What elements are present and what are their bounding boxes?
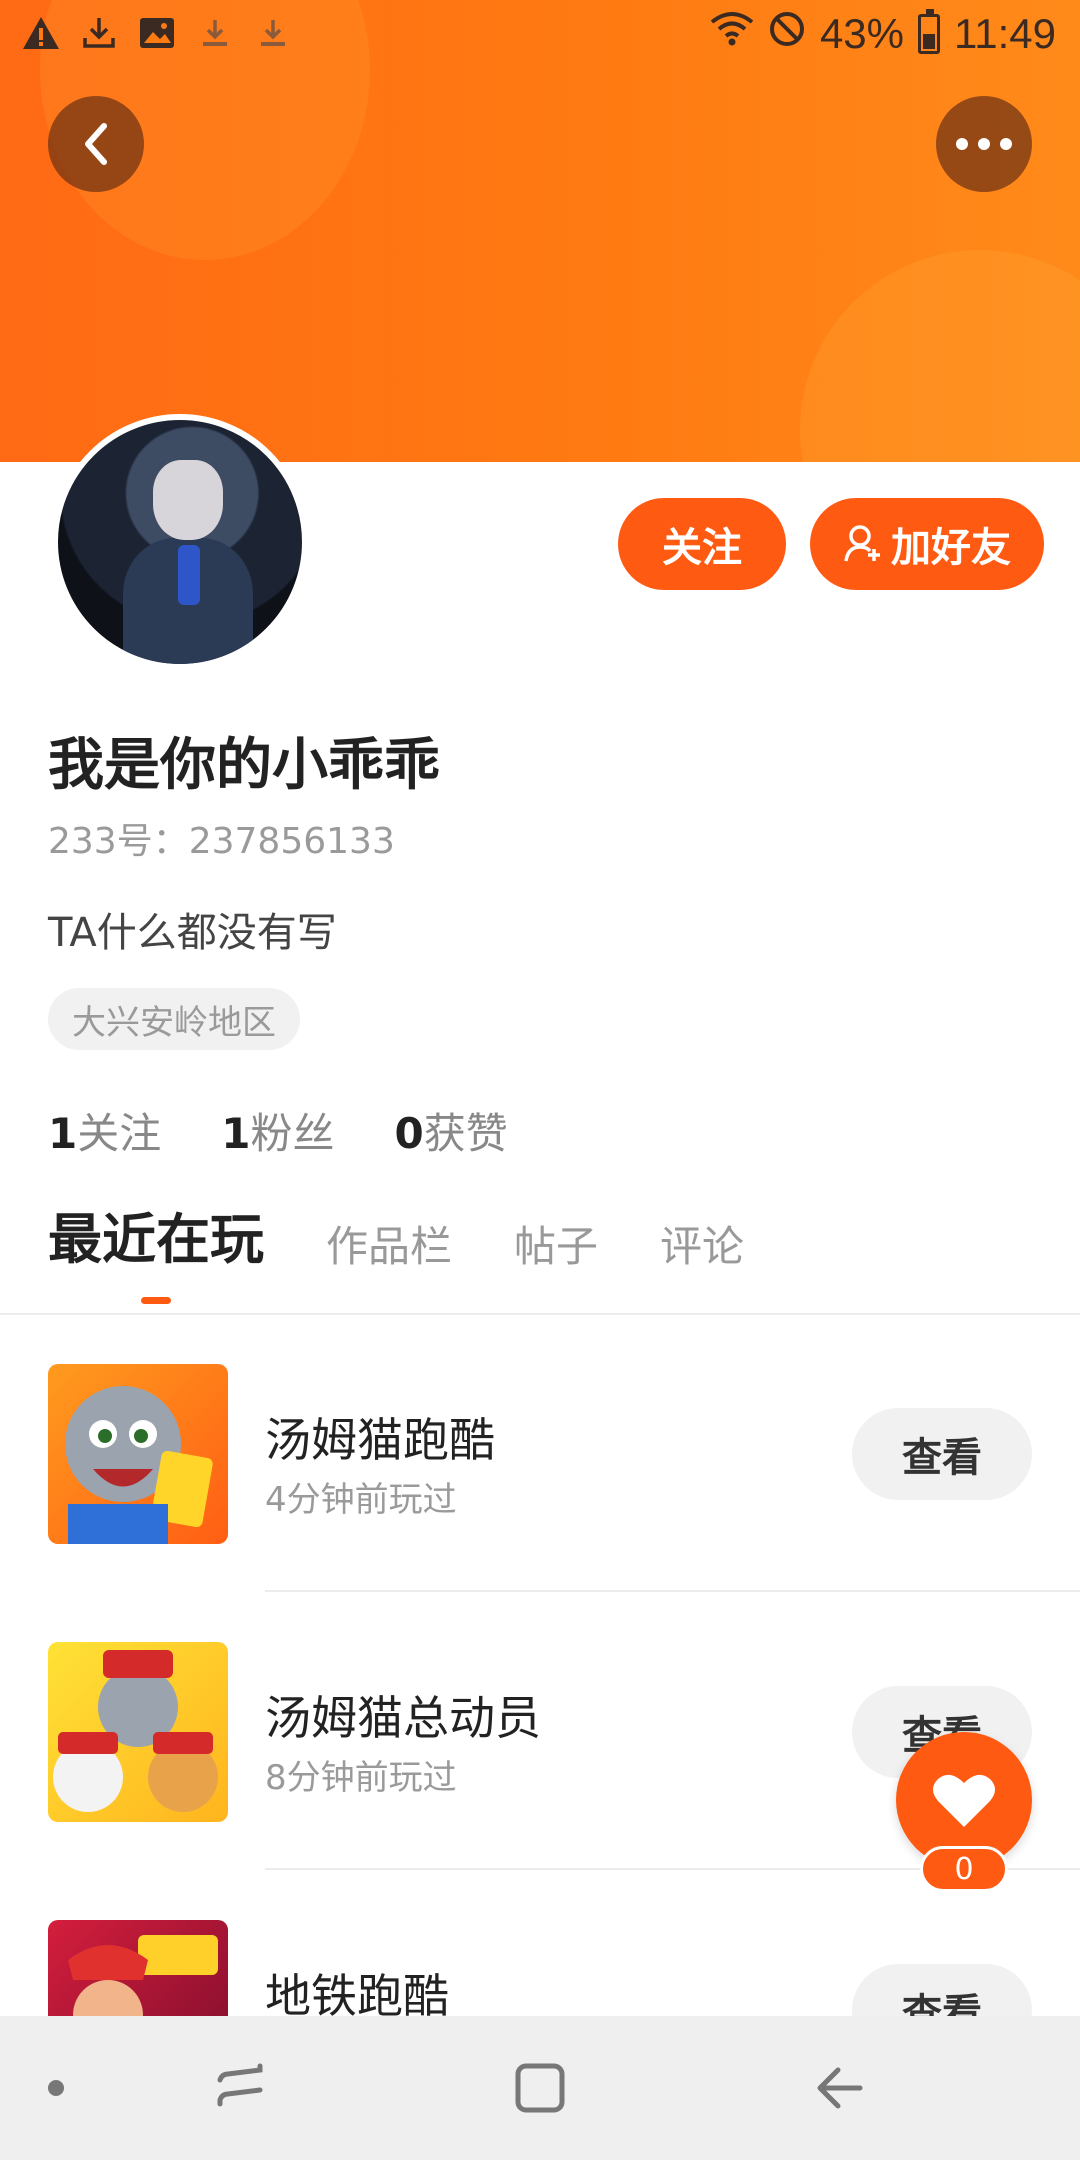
download-icon: [254, 14, 292, 52]
more-button[interactable]: [936, 96, 1032, 192]
more-horizontal-icon: [956, 138, 1012, 150]
list-item[interactable]: 汤姆猫跑酷 4分钟前玩过 查看: [0, 1364, 1080, 1604]
status-bar: 43% 11:49: [0, 0, 1080, 70]
game-played-time: 4分钟前玩过: [265, 1480, 457, 1520]
tab-works[interactable]: 作品栏: [326, 1213, 452, 1290]
tab-comments[interactable]: 评论: [660, 1213, 744, 1290]
clock: 11:49: [954, 10, 1056, 57]
user-id: 233号：237856133: [48, 821, 395, 862]
bio: TA什么都没有写: [48, 910, 337, 956]
game-icon: [48, 1642, 228, 1822]
download-icon: [196, 14, 234, 52]
back-nav-icon[interactable]: [800, 2016, 880, 2160]
image-icon: [138, 14, 176, 52]
wifi-icon: [710, 10, 754, 58]
back-button[interactable]: [48, 96, 144, 192]
game-played-time: 8分钟前玩过: [265, 1758, 457, 1798]
divider: [0, 1313, 1080, 1315]
region-tag: 大兴安岭地区: [48, 988, 300, 1050]
add-user-icon: [844, 525, 880, 562]
game-name: 汤姆猫跑酷: [265, 1413, 495, 1467]
no-disturb-icon: [768, 10, 806, 58]
view-button[interactable]: 查看: [852, 1408, 1032, 1500]
home-icon[interactable]: [500, 2016, 580, 2160]
tab-posts[interactable]: 帖子: [514, 1213, 598, 1290]
chevron-left-icon: [85, 123, 107, 165]
add-friend-button[interactable]: 加好友: [810, 498, 1044, 590]
nav-dot[interactable]: [36, 2016, 76, 2160]
download-icon: [80, 14, 118, 52]
battery-percent: 43%: [819, 10, 904, 57]
warning-icon: [22, 14, 60, 52]
profile-stats: 1关注 1粉丝 0获赞: [48, 1100, 508, 1161]
tab-indicator: [141, 1297, 171, 1304]
avatar-figure: [178, 545, 200, 605]
stat-followers[interactable]: 1粉丝: [221, 1100, 334, 1161]
divider: [265, 1590, 1080, 1592]
game-icon: [48, 1364, 228, 1544]
follow-button[interactable]: 关注: [618, 498, 786, 590]
game-name: 汤姆猫总动员: [265, 1691, 541, 1745]
heart-icon: [933, 1774, 995, 1827]
recent-apps-icon[interactable]: [200, 2016, 280, 2160]
like-count-badge: 0: [920, 1846, 1008, 1892]
battery-icon: [918, 9, 940, 54]
profile-tabs: 最近在玩 作品栏 帖子 评论: [48, 1208, 744, 1304]
follow-button-label: 关注: [662, 525, 742, 571]
tab-recent-games[interactable]: 最近在玩: [48, 1195, 264, 1304]
stat-following[interactable]: 1关注: [48, 1100, 161, 1161]
avatar-figure: [153, 460, 223, 540]
system-nav-bar: [0, 2016, 1080, 2160]
banner-decoration: [800, 250, 1080, 462]
region-label: 大兴安岭地区: [72, 1002, 276, 1043]
username: 我是你的小乖乖: [48, 733, 440, 798]
stat-likes: 0获赞: [394, 1109, 508, 1158]
add-friend-label: 加好友: [891, 525, 1011, 571]
avatar[interactable]: [52, 414, 308, 670]
